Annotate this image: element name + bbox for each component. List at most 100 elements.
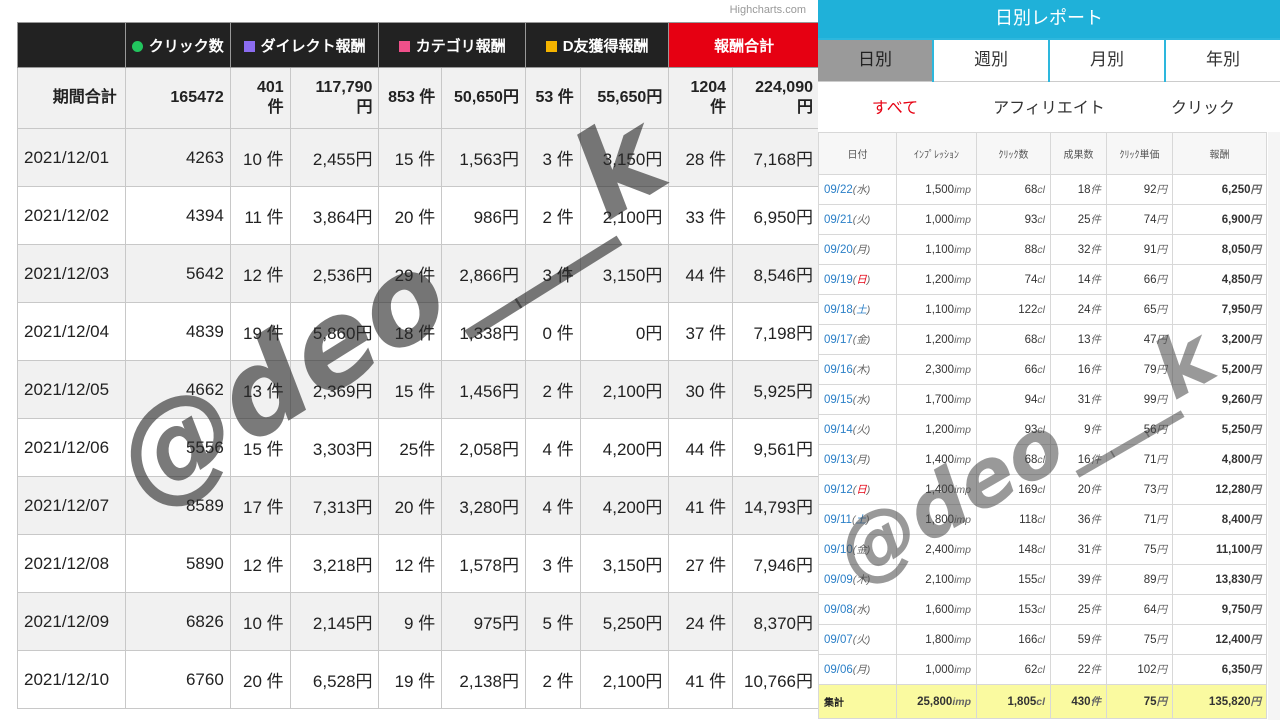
table-cell: 15 件 [378,360,443,419]
table-cell: 71円 [1106,504,1173,535]
date-link[interactable]: 09/19(日) [818,264,897,295]
unit-label: 件 [1090,304,1102,316]
table-cell: 50,650円 [441,67,526,129]
table-cell: 47円 [1106,324,1173,355]
table-cell: 99円 [1106,384,1173,415]
unit-label: 円 [1250,214,1262,226]
table-cell: 13 件 [229,360,291,419]
table-cell: 2,300imp [896,354,977,385]
date-link[interactable]: 09/09(木) [818,564,897,595]
table-cell: 148cl [976,534,1051,565]
table-cell: 6,950円 [732,186,820,245]
tab-period[interactable]: 週別 [934,40,1048,82]
cell-value: 1,400 [925,483,955,496]
unit-label: 円 [1250,394,1262,406]
table-cell: 94cl [976,384,1051,415]
legend-swatch-icon [131,41,143,53]
unit-label: 件 [1090,544,1102,556]
cell-value: 36 [1077,514,1091,526]
tab-period[interactable]: 日別 [818,40,932,82]
cell-value: 2,100 [925,573,955,586]
table-cell: 155cl [976,564,1051,595]
date-link[interactable]: 09/16(木) [818,354,897,385]
date-link[interactable]: 09/10(金) [818,534,897,565]
date-link[interactable]: 09/12(日) [818,474,897,505]
table-cell: 12 件 [229,244,291,303]
filter-tab[interactable]: アフィリエイト [972,94,1126,118]
row-date: 2021/12/02 [17,186,126,245]
row-date: 2021/12/10 [17,650,126,709]
date-text: 09/08 [824,604,853,616]
date-link[interactable]: 09/17(金) [818,324,897,355]
unit-label: cl [1037,333,1045,346]
table-row: 09/18(土) 1,100imp 122cl 24件 65円 7,950円 [818,294,1267,325]
weekday-label: (金) [852,334,871,346]
table-cell: 6,900円 [1172,204,1267,235]
table-cell: 169cl [976,474,1051,505]
table-cell: 2,866円 [441,244,526,303]
tab-period[interactable]: 年別 [1166,40,1280,82]
cell-value: 89 [1143,574,1157,586]
table-cell: 4 件 [524,418,581,477]
highcharts-credit[interactable]: Highcharts.com [730,4,806,16]
table-cell: 6,528円 [289,650,380,709]
date-link[interactable]: 09/15(水) [818,384,897,415]
table-cell: 153cl [976,594,1051,625]
cell-value: 4,800 [1221,454,1251,466]
cell-value: 9,260 [1221,394,1251,406]
filter-tab[interactable]: クリック [1126,94,1280,118]
unit-label: 件 [1090,364,1102,376]
cell-value: 6,900 [1221,214,1251,226]
table-cell: 4,850円 [1172,264,1267,295]
date-link[interactable]: 09/21(火) [818,204,897,235]
date-text: 09/19 [824,274,853,286]
table-cell: 55,650円 [579,67,670,129]
unit-label: 円 [1250,634,1262,646]
date-link[interactable]: 09/22(水) [818,174,897,205]
table-cell: 430件 [1050,684,1107,719]
date-link[interactable]: 09/06(月) [818,654,897,685]
date-text: 09/22 [824,184,853,196]
table-cell: 79円 [1106,354,1173,385]
table-cell: 3,303円 [289,418,380,477]
unit-label: 円 [1250,304,1262,316]
date-link[interactable]: 09/07(火) [818,624,897,655]
date-link[interactable]: 09/11(土) [818,504,897,535]
table-row: 09/13(月) 1,400imp 68cl 16件 71円 4,800円 [818,444,1267,475]
cell-value: 3,200 [1221,334,1251,346]
table-cell: 8,546円 [732,244,820,303]
table-cell: 14件 [1050,264,1107,295]
date-link[interactable]: 09/08(水) [818,594,897,625]
scrollbar[interactable] [1268,132,1280,720]
unit-label: 円 [1250,424,1262,436]
date-link[interactable]: 09/14(火) [818,414,897,445]
table-cell: 2 件 [524,650,581,709]
unit-label: cl [1037,273,1045,286]
date-link[interactable]: 09/20(月) [818,234,897,265]
unit-label: imp [954,333,971,346]
table-cell: 3,150円 [579,534,670,593]
date-text: 09/13 [824,454,853,466]
filter-tab[interactable]: すべて [818,94,972,118]
unit-label: 円 [1250,544,1262,556]
weekday-text: 木 [856,364,867,376]
date-link[interactable]: 09/13(月) [818,444,897,475]
table-cell: 2,536円 [289,244,380,303]
weekday-text: 月 [856,244,867,256]
table-cell: 6,350円 [1172,654,1267,685]
table-cell: 71円 [1106,444,1173,475]
unit-label: 円 [1250,334,1262,346]
unit-label: imp [954,363,971,376]
weekday-label: (土) [851,514,870,526]
table-cell: 13件 [1050,324,1107,355]
unit-label: 件 [1090,604,1102,616]
table-cell: 0 件 [524,302,581,361]
tab-period[interactable]: 月別 [1050,40,1164,82]
table-cell: 2 件 [524,360,581,419]
weekday-text: 月 [856,664,867,676]
unit-label: imp [954,573,971,586]
weekday-label: (火) [852,214,871,226]
date-link[interactable]: 09/18(土) [818,294,897,325]
table-cell: 62cl [976,654,1051,685]
unit-label: 円 [1250,604,1262,616]
